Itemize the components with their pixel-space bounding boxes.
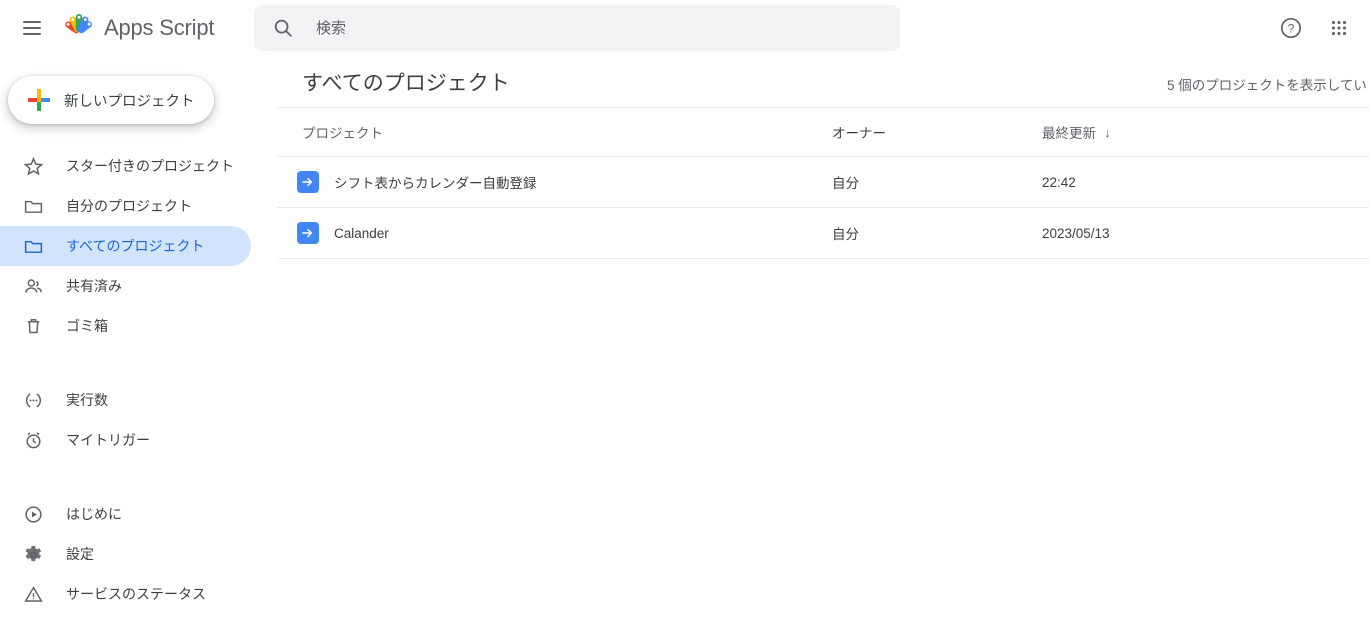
- project-arrow-icon: [297, 222, 319, 244]
- sidebar-item-executions[interactable]: 実行数: [0, 380, 251, 420]
- project-arrow-icon: [297, 171, 319, 193]
- search-box[interactable]: [254, 5, 900, 51]
- sidebar-item-label: 設定: [66, 546, 94, 562]
- executions-icon: [22, 389, 44, 411]
- sidebar: 新しいプロジェクト スター付きのプロジェクト 自分のプロジェクト すべてのプロジ…: [0, 56, 277, 621]
- hamburger-line: [23, 33, 41, 35]
- table-row[interactable]: Calander 自分 2023/05/13: [277, 208, 1369, 259]
- sidebar-item-label: サービスのステータス: [66, 586, 206, 602]
- hamburger-line: [23, 21, 41, 23]
- brand-logo-link[interactable]: Apps Script: [62, 13, 214, 43]
- sidebar-item-label: マイトリガー: [66, 432, 150, 448]
- sidebar-item-shared[interactable]: 共有済み: [0, 266, 251, 306]
- column-header-updated-label: 最終更新: [1042, 126, 1096, 141]
- sidebar-item-starred[interactable]: スター付きのプロジェクト: [0, 146, 251, 186]
- sidebar-nav: スター付きのプロジェクト 自分のプロジェクト すべてのプロジェクト 共有済み ゴ…: [0, 146, 277, 614]
- sidebar-item-label: 共有済み: [66, 278, 122, 294]
- sidebar-group-projects: スター付きのプロジェクト 自分のプロジェクト すべてのプロジェクト 共有済み ゴ…: [0, 146, 277, 346]
- project-name: Calander: [334, 225, 389, 241]
- top-bar-actions: ?: [1269, 0, 1361, 56]
- sidebar-item-my-projects[interactable]: 自分のプロジェクト: [0, 186, 251, 226]
- new-project-button[interactable]: 新しいプロジェクト: [8, 76, 214, 124]
- apps-script-logo-icon: [62, 13, 96, 43]
- sort-descending-arrow-icon: ↓: [1104, 124, 1111, 140]
- row-owner-cell: 自分: [832, 176, 859, 191]
- hamburger-line: [23, 27, 41, 29]
- star-icon: [22, 155, 44, 177]
- sidebar-item-label: 自分のプロジェクト: [66, 198, 192, 214]
- play-circle-icon: [22, 503, 44, 525]
- search-icon: [272, 17, 294, 39]
- svg-text:?: ?: [1288, 22, 1295, 36]
- sidebar-item-label: すべてのプロジェクト: [66, 238, 205, 254]
- new-project-label: 新しいプロジェクト: [64, 93, 195, 110]
- folder-icon: [22, 235, 44, 257]
- hamburger-menu-icon[interactable]: [8, 4, 56, 52]
- project-name: シフト表からカレンダー自動登録: [334, 176, 537, 191]
- sidebar-item-label: はじめに: [66, 506, 122, 522]
- sidebar-item-triggers[interactable]: マイトリガー: [0, 420, 251, 460]
- sidebar-item-trash[interactable]: ゴミ箱: [0, 306, 251, 346]
- google-plus-icon: [26, 87, 52, 113]
- gear-icon: [22, 543, 44, 565]
- column-header-owner[interactable]: オーナー: [832, 122, 1042, 142]
- help-circle-icon[interactable]: ?: [1269, 6, 1313, 50]
- column-header-updated[interactable]: 最終更新 ↓: [1042, 122, 1282, 142]
- apps-script-dashboard: Apps Script ?: [0, 0, 1369, 621]
- sidebar-item-label: 実行数: [66, 392, 108, 408]
- sidebar-item-label: ゴミ箱: [66, 318, 108, 334]
- folder-icon: [22, 195, 44, 217]
- search-input[interactable]: [314, 5, 874, 51]
- sidebar-item-all-projects[interactable]: すべてのプロジェクト: [0, 226, 251, 266]
- sidebar-item-label: スター付きのプロジェクト: [66, 158, 234, 174]
- row-project-cell: Calander: [277, 222, 832, 244]
- project-count-text: 5 個のプロジェクトを表示してい: [1167, 78, 1367, 93]
- alarm-clock-icon: [22, 429, 44, 451]
- top-bar: Apps Script ?: [0, 0, 1369, 56]
- table-row[interactable]: シフト表からカレンダー自動登録 自分 22:42: [277, 157, 1369, 208]
- sidebar-item-settings[interactable]: 設定: [0, 534, 251, 574]
- sidebar-item-service-status[interactable]: サービスのステータス: [0, 574, 251, 614]
- main-header: すべてのプロジェクト 5 個のプロジェクトを表示してい: [277, 56, 1369, 108]
- people-icon: [22, 275, 44, 297]
- warning-triangle-icon: [22, 583, 44, 605]
- sidebar-item-getting-started[interactable]: はじめに: [0, 494, 251, 534]
- trash-icon: [22, 315, 44, 337]
- sidebar-group-monitoring: 実行数 マイトリガー: [0, 380, 277, 460]
- row-updated-cell: 22:42: [1042, 174, 1076, 190]
- row-project-cell: シフト表からカレンダー自動登録: [277, 171, 832, 193]
- row-updated-cell: 2023/05/13: [1042, 225, 1110, 241]
- page-title: すべてのプロジェクト: [302, 71, 510, 95]
- sidebar-group-help: はじめに 設定 サービスのステータス: [0, 494, 277, 614]
- brand-title: Apps Script: [104, 15, 215, 40]
- main-content: すべてのプロジェクト 5 個のプロジェクトを表示してい プロジェクト オーナー …: [277, 56, 1369, 621]
- apps-grid-icon[interactable]: [1317, 6, 1361, 50]
- column-header-project[interactable]: プロジェクト: [277, 122, 832, 142]
- row-owner-cell: 自分: [832, 227, 859, 242]
- table-header-row: プロジェクト オーナー 最終更新 ↓: [277, 108, 1369, 157]
